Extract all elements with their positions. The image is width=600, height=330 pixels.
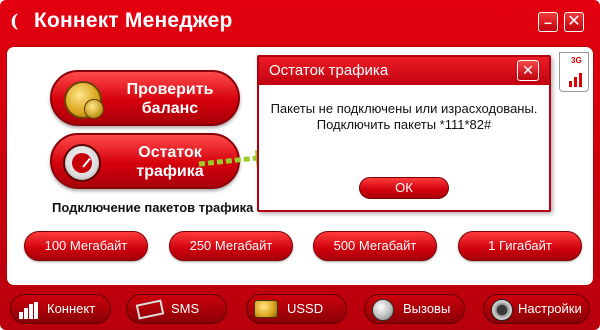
tab-calls-label: Вызовы <box>403 301 451 316</box>
package-250mb-button[interactable]: 250 Мегабайт <box>169 231 293 261</box>
tab-ussd[interactable]: USSD <box>246 294 347 324</box>
network-type-label: 3G <box>571 56 582 65</box>
tab-ussd-label: USSD <box>287 301 324 316</box>
dialog-title-bar: Остаток трафика ✕ <box>259 57 549 85</box>
gear-icon <box>491 299 513 321</box>
minimize-button[interactable]: – <box>538 12 558 32</box>
tab-connect-label: Коннект <box>47 301 96 316</box>
tab-settings[interactable]: Настройки <box>483 294 590 324</box>
dialog-close-button[interactable]: ✕ <box>517 60 539 81</box>
bottom-tab-bar: Коннект SMS USSD Вызовы Настройки <box>0 290 600 330</box>
coins-icon <box>254 300 278 318</box>
tab-settings-label: Настройки <box>518 301 582 316</box>
brand-logo-icon: ( <box>10 11 19 32</box>
envelope-icon <box>135 299 165 320</box>
app-title: Коннект Менеджер <box>34 9 233 32</box>
signal-bar <box>569 81 572 87</box>
signal-bar <box>579 73 582 87</box>
check-balance-button[interactable]: Проверить баланс <box>50 70 240 126</box>
dialog-message: Пакеты не подключены или израсходованы. … <box>270 101 538 132</box>
tab-connect[interactable]: Коннект <box>10 294 111 324</box>
speedometer-icon <box>63 144 101 182</box>
check-balance-label: Проверить баланс <box>126 81 214 117</box>
tab-sms-label: SMS <box>171 301 200 316</box>
signal-bar <box>574 77 577 87</box>
phone-icon <box>372 299 394 321</box>
packages-heading: Подключение пакетов трафика <box>52 200 254 215</box>
signal-tab[interactable]: 3G <box>559 52 589 92</box>
close-button[interactable]: ✕ <box>564 12 584 32</box>
title-bar: ( Коннект Менеджер – ✕ <box>0 0 600 44</box>
app-window: ( Коннект Менеджер – ✕ 3G Проверить бала… <box>0 0 600 330</box>
tab-sms[interactable]: SMS <box>126 294 227 324</box>
dialog-title: Остаток трафика <box>269 62 389 79</box>
traffic-dialog: Остаток трафика ✕ Пакеты не подключены и… <box>257 55 551 212</box>
package-500mb-button[interactable]: 500 Мегабайт <box>313 231 437 261</box>
signal-bars-icon <box>19 302 43 319</box>
tab-calls[interactable]: Вызовы <box>364 294 465 324</box>
package-100mb-button[interactable]: 100 Мегабайт <box>24 231 148 261</box>
coins-icon <box>64 81 104 119</box>
ok-button[interactable]: ОК <box>359 177 449 199</box>
package-1gb-button[interactable]: 1 Гигабайт <box>458 231 582 261</box>
